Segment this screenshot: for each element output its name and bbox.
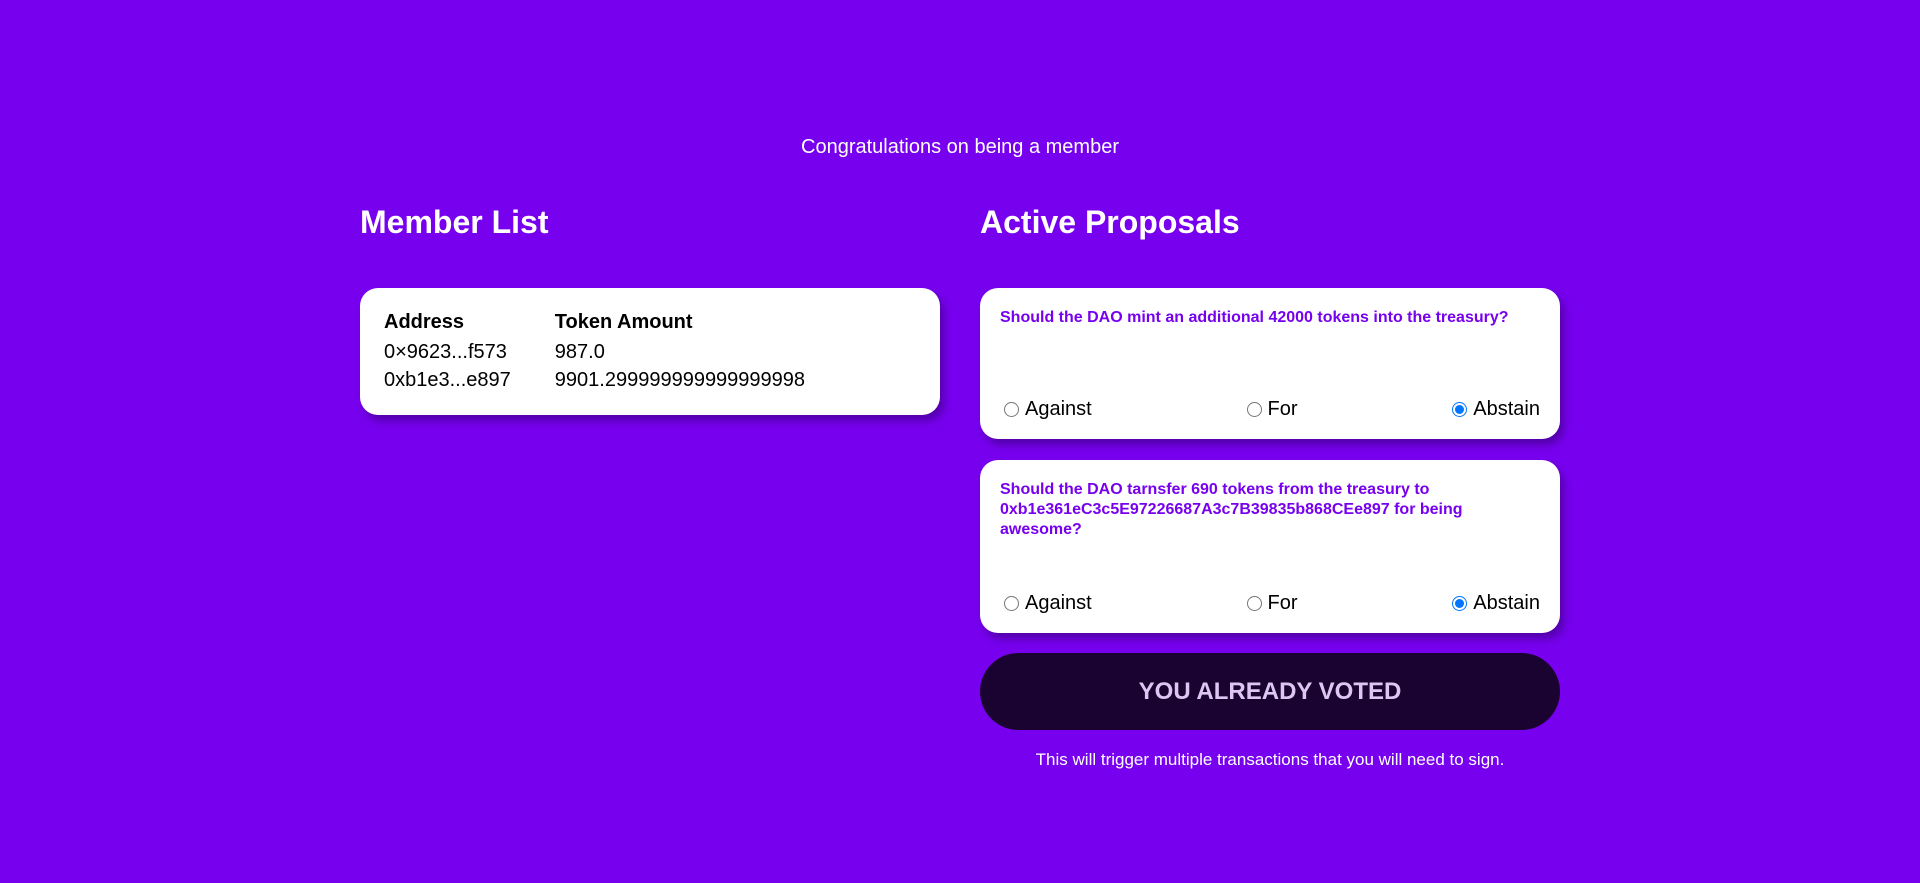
vote-option-label: Abstain bbox=[1473, 398, 1540, 420]
radio-against[interactable] bbox=[1004, 596, 1019, 611]
proposal-card: Should the DAO tarnsfer 690 tokens from … bbox=[980, 460, 1560, 633]
member-address: 0×9623...f573 bbox=[384, 340, 507, 363]
radio-abstain[interactable] bbox=[1452, 402, 1468, 417]
member-table: Address Token Amount 0×9623...f573 987.0… bbox=[384, 310, 849, 394]
vote-option-against[interactable]: Against bbox=[1004, 398, 1092, 421]
column-header-token-amount: Token Amount bbox=[554, 310, 693, 333]
vote-option-for[interactable]: For bbox=[1246, 592, 1298, 615]
column-header-address: Address bbox=[384, 310, 465, 333]
member-token-amount: 9901.299999999999999998 bbox=[554, 368, 806, 391]
radio-for[interactable] bbox=[1246, 596, 1262, 611]
vote-option-label: Against bbox=[1025, 592, 1092, 614]
proposal-question: Should the DAO tarnsfer 690 tokens from … bbox=[1000, 481, 1463, 538]
congrats-message: Congratulations on being a member bbox=[801, 136, 1119, 158]
member-token-amount: 987.0 bbox=[554, 340, 605, 363]
vote-option-for[interactable]: For bbox=[1246, 398, 1298, 421]
vote-option-label: Against bbox=[1025, 398, 1092, 420]
vote-option-abstain[interactable]: Abstain bbox=[1452, 398, 1540, 421]
vote-options: Against For Abstain bbox=[1004, 592, 1540, 615]
member-list-title: Member List bbox=[360, 204, 549, 240]
table-row: 0×9623...f573 987.0 bbox=[384, 338, 849, 366]
already-voted-button[interactable]: YOU ALREADY VOTED bbox=[980, 653, 1560, 730]
proposal-question: Should the DAO mint an additional 42000 … bbox=[1000, 309, 1509, 326]
vote-option-abstain[interactable]: Abstain bbox=[1452, 592, 1540, 615]
vote-option-label: For bbox=[1267, 398, 1298, 420]
proposal-card: Should the DAO mint an additional 42000 … bbox=[980, 288, 1560, 439]
vote-options: Against For Abstain bbox=[1004, 398, 1540, 421]
member-list-card: Address Token Amount 0×9623...f573 987.0… bbox=[360, 288, 940, 415]
radio-for[interactable] bbox=[1246, 402, 1262, 417]
table-header-row: Address Token Amount bbox=[384, 310, 849, 338]
radio-abstain[interactable] bbox=[1452, 596, 1468, 611]
vote-option-label: Abstain bbox=[1473, 592, 1540, 614]
active-proposals-title: Active Proposals bbox=[980, 204, 1240, 240]
vote-option-against[interactable]: Against bbox=[1004, 592, 1092, 615]
member-address: 0xb1e3...e897 bbox=[384, 368, 511, 391]
vote-option-label: For bbox=[1267, 592, 1298, 614]
radio-against[interactable] bbox=[1004, 402, 1019, 417]
table-row: 0xb1e3...e897 9901.299999999999999998 bbox=[384, 366, 849, 394]
transaction-hint: This will trigger multiple transactions … bbox=[1035, 750, 1505, 769]
